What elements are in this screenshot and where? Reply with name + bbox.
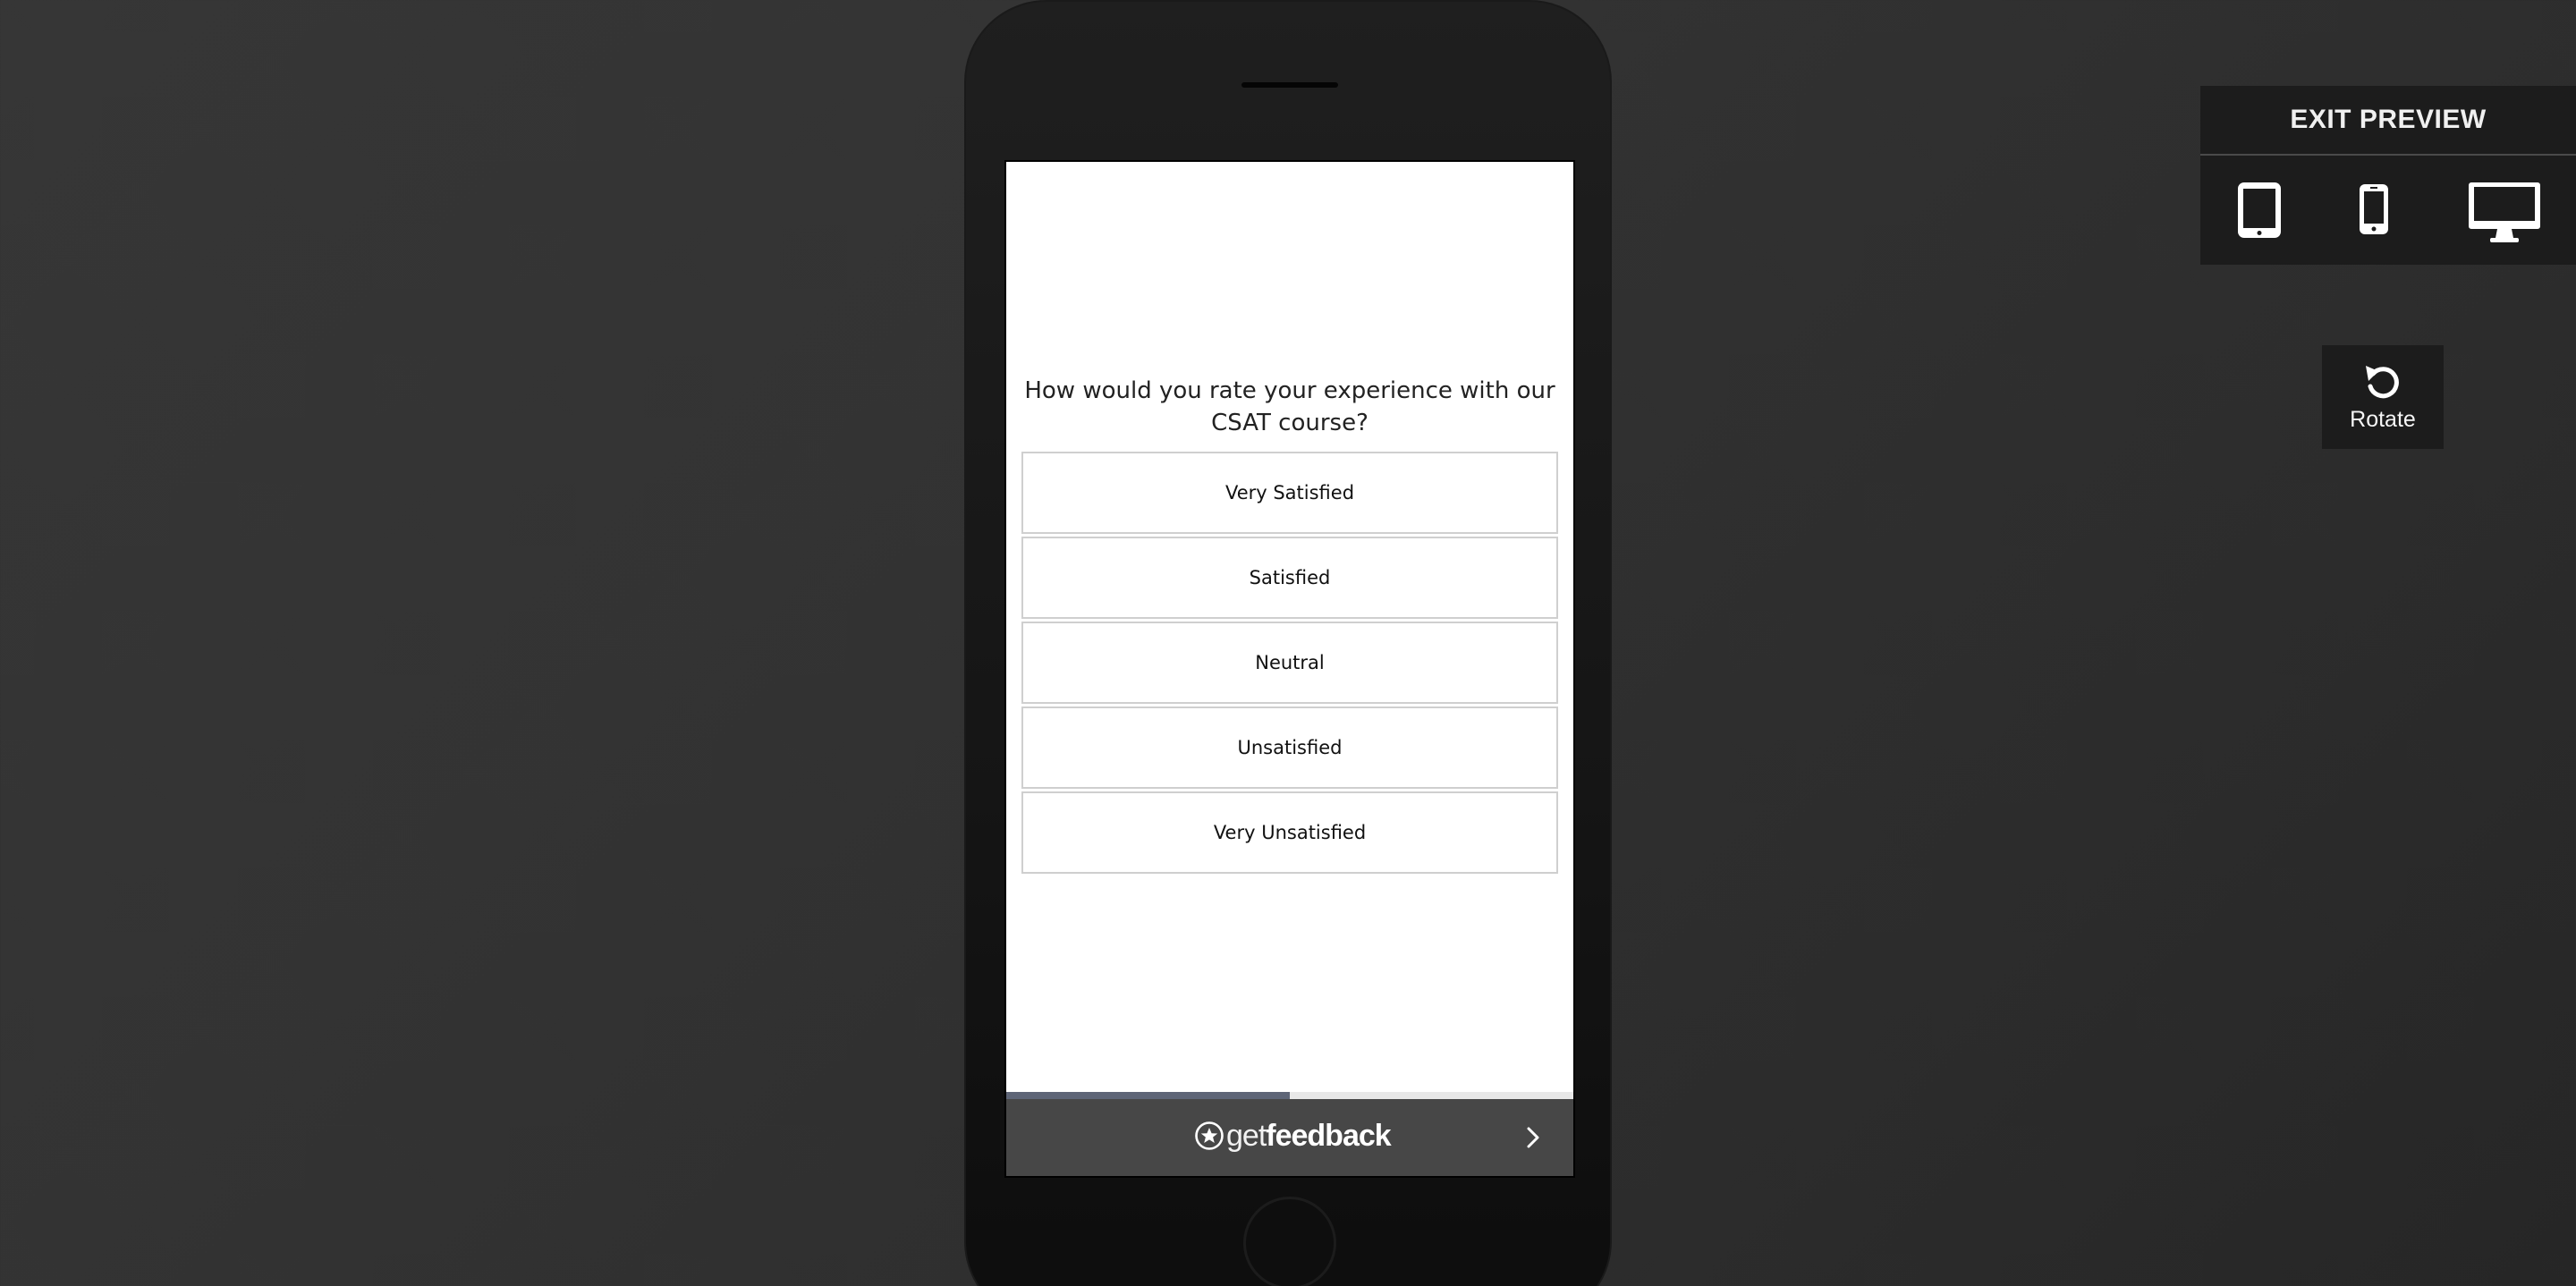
device-switcher (2200, 157, 2576, 265)
chevron-right-icon (1527, 1127, 1539, 1148)
brand-text-bold: feedback (1266, 1118, 1391, 1153)
brand-text-light: get (1226, 1118, 1267, 1153)
option-neutral[interactable]: Neutral (1021, 622, 1558, 704)
tablet-icon (2238, 182, 2281, 238)
next-button[interactable] (1518, 1122, 1548, 1153)
answer-options: Very Satisfied Satisfied Neutral Unsatis… (1021, 452, 1558, 876)
phone-icon (2360, 184, 2388, 234)
star-circle-icon (1195, 1121, 1224, 1150)
phone-speaker (1241, 82, 1338, 88)
rotate-icon (2366, 365, 2399, 398)
home-button (1243, 1197, 1336, 1286)
survey-question: How would you rate your experience with … (1024, 377, 1555, 436)
option-very-unsatisfied[interactable]: Very Unsatisfied (1021, 791, 1558, 874)
survey-footer: get feedback (1006, 1099, 1573, 1176)
rotate-button[interactable]: Rotate (2322, 345, 2444, 449)
option-unsatisfied[interactable]: Unsatisfied (1021, 706, 1558, 789)
progress-bar (1006, 1092, 1573, 1099)
option-satisfied[interactable]: Satisfied (1021, 537, 1558, 619)
preview-controls: EXIT PREVIEW (2200, 86, 2576, 265)
phone-view-button[interactable] (2358, 182, 2390, 241)
desktop-icon (2469, 182, 2540, 242)
getfeedback-logo: get feedback (1194, 1115, 1392, 1156)
rotate-label: Rotate (2350, 406, 2416, 432)
tablet-view-button[interactable] (2236, 181, 2283, 244)
progress-fill (1006, 1092, 1290, 1099)
desktop-view-button[interactable] (2467, 181, 2542, 250)
phone-screen: How would you rate your experience with … (1004, 160, 1575, 1178)
phone-device-frame: How would you rate your experience with … (964, 0, 1612, 1286)
option-very-satisfied[interactable]: Very Satisfied (1021, 452, 1558, 534)
exit-preview-button[interactable]: EXIT PREVIEW (2200, 86, 2576, 156)
